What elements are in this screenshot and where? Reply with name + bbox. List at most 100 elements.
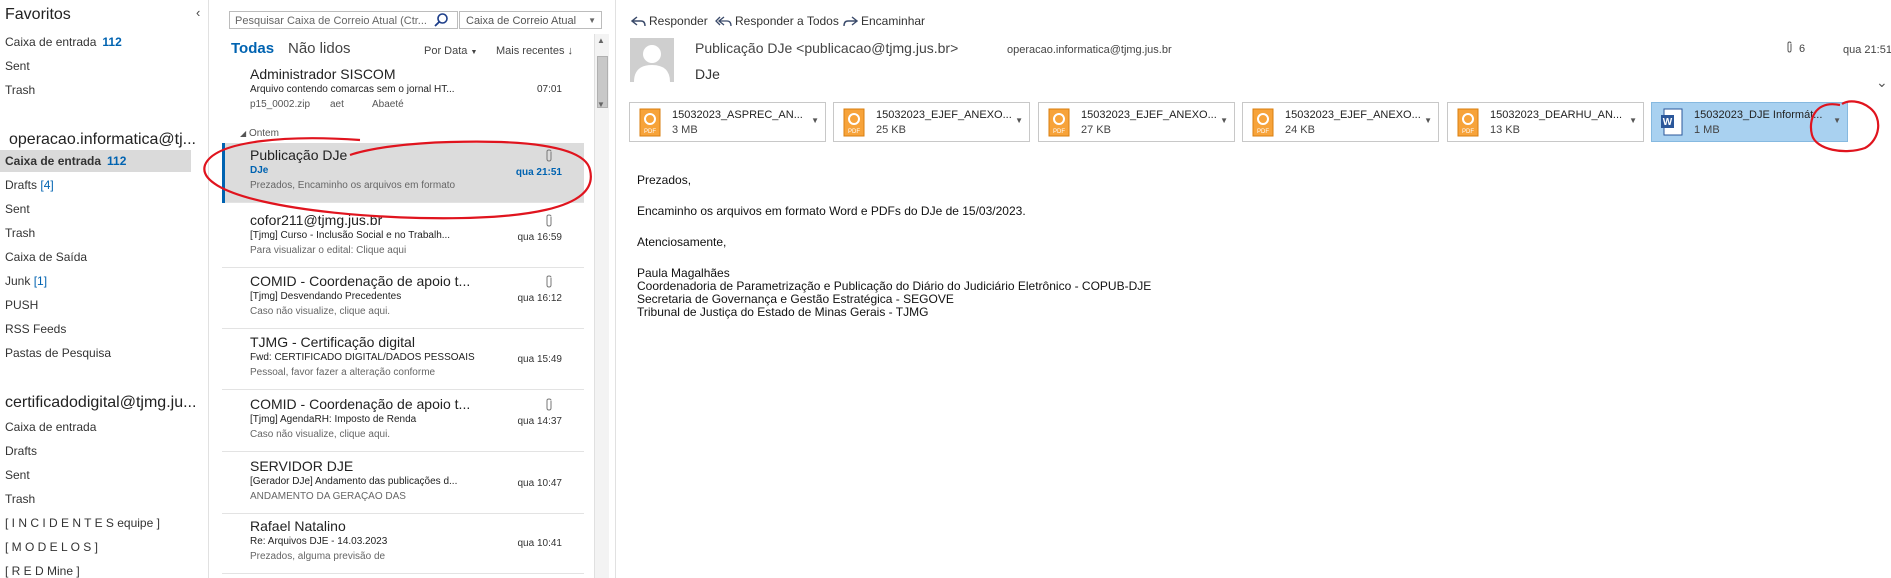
acc1-trash[interactable]: Trash (5, 222, 191, 244)
sender-address[interactable]: Publicação DJe <publicacao@tjmg.jus.br> (695, 40, 958, 56)
tab-all[interactable]: Todas (231, 40, 274, 57)
account2-header[interactable]: certificadodigital@tjmg.ju... (5, 394, 196, 412)
search-scope-select[interactable]: Caixa de Correio Atual ▼ (459, 11, 602, 29)
attachment-item[interactable]: PDF 15032023_EJEF_ANEXO... 24 KB ▼ (1242, 102, 1439, 142)
group-header-label: Ontem (248, 128, 279, 139)
collapse-icon[interactable]: ‹ (196, 5, 200, 20)
acc1-rss-label: RSS Feeds (5, 322, 67, 336)
chevron-down-icon[interactable]: ⌄ (1876, 74, 1888, 91)
search-input[interactable]: Pesquisar Caixa de Correio Atual (Ctr... (229, 11, 458, 29)
list-scrollbar[interactable]: ▲ ▼ (594, 34, 609, 578)
acc2-drafts[interactable]: Drafts (5, 440, 191, 462)
scroll-arrow-icon[interactable]: ▼ (597, 100, 605, 109)
sort-order-toggle[interactable]: Mais recentes ↓ (496, 45, 573, 57)
acc2-sent[interactable]: Sent (5, 464, 191, 486)
message-list: Administrador SISCOM Arquivo contendo co… (222, 62, 584, 578)
list-item[interactable]: TJMG - Certificação digital Fwd: CERTIFIC… (222, 330, 584, 390)
fav-trash-label: Trash (5, 83, 36, 97)
outlook-window: Favoritos ‹ Caixa de entrada 112 Sent Tra… (0, 0, 1891, 578)
acc2-inbox[interactable]: Caixa de entrada (5, 416, 191, 438)
dropdown-icon[interactable]: ▼ (1220, 116, 1228, 125)
list-item[interactable]: SERVIDOR DJE [Gerador DJe] Andamento das … (222, 454, 584, 514)
acc2-redmine[interactable]: [ R E D Mine ] (5, 560, 191, 578)
collapse-triangle-icon: ◢ (240, 129, 247, 138)
acc1-drafts[interactable]: Drafts [4] (5, 174, 191, 196)
message-time: qua 10:41 (517, 538, 563, 549)
attachment-size: 27 KB (1081, 124, 1111, 136)
list-item[interactable]: Publicação DJe DJe Prezados, Encaminho os … (222, 143, 584, 203)
tab-unread[interactable]: Não lidos (288, 40, 351, 57)
acc1-search-folders[interactable]: Pastas de Pesquisa (5, 342, 191, 364)
attachment-size: 25 KB (876, 124, 906, 136)
list-item[interactable]: COMID - Coordenação de apoio t... [Tjmg] … (222, 392, 584, 452)
attachment-item[interactable]: PDF 15032023_EJEF_ANEXO... 25 KB ▼ (833, 102, 1030, 142)
attachment-name: 15032023_EJEF_ANEXO... (1285, 109, 1421, 121)
message-extra: Abaeté (372, 99, 404, 110)
acc1-push[interactable]: PUSH (5, 294, 191, 316)
message-subject: DJe (250, 165, 269, 176)
fav-trash[interactable]: Trash (5, 79, 191, 101)
message-sender: SERVIDOR DJE (250, 458, 354, 474)
acc2-incidentes[interactable]: [ I N C I D E N T E S equipe ] (5, 512, 191, 534)
dropdown-icon[interactable]: ▼ (1833, 116, 1841, 125)
scroll-arrow-icon[interactable]: ▲ (597, 36, 605, 45)
attachment-item[interactable]: PDF 15032023_EJEF_ANEXO... 27 KB ▼ (1038, 102, 1235, 142)
fav-sent[interactable]: Sent (5, 55, 191, 77)
body-greeting: Prezados, (637, 173, 692, 187)
acc1-junk[interactable]: Junk [1] (5, 270, 191, 292)
svg-text:PDF: PDF (1462, 129, 1474, 135)
sort-by-dropdown[interactable]: Por Data ▼ (424, 45, 477, 57)
reply-button[interactable]: Responder (630, 14, 708, 28)
list-item[interactable]: Administrador SISCOM Arquivo contendo co… (222, 62, 584, 114)
forward-icon (843, 16, 859, 27)
acc1-outbox[interactable]: Caixa de Saída (5, 246, 191, 268)
account1-header[interactable]: operacao.informatica@tj... (9, 131, 196, 149)
fav-inbox[interactable]: Caixa de entrada 112 (5, 31, 191, 53)
favorites-header[interactable]: Favoritos (5, 6, 71, 24)
reply-all-label: Responder a Todos (735, 14, 839, 28)
sort-by-label: Por Data (424, 45, 468, 57)
acc2-modelos[interactable]: [ M O D E L O S ] (5, 536, 191, 558)
dropdown-icon[interactable]: ▼ (1015, 116, 1023, 125)
list-item[interactable]: Rafael Natalino Re: Arquivos DJE - 14.03.… (222, 514, 584, 574)
message-extra: aet (330, 99, 344, 110)
attachment-item[interactable]: PDF 15032023_ASPREC_AN... 3 MB ▼ (629, 102, 826, 142)
sort-order-label: Mais recentes (496, 45, 565, 57)
message-sender: Administrador SISCOM (250, 66, 396, 82)
acc2-trash[interactable]: Trash (5, 488, 191, 510)
list-item[interactable]: COMID - Coordenação de apoio t... [Tjmg] … (222, 269, 584, 329)
attachment-name: 15032023_EJEF_ANEXO... (1081, 109, 1217, 121)
acc1-outbox-label: Caixa de Saída (5, 250, 88, 264)
dropdown-icon[interactable]: ▼ (1629, 116, 1637, 125)
acc1-inbox-label: Caixa de entrada (5, 154, 102, 168)
acc2-redmine-label: [ R E D Mine ] (5, 564, 80, 578)
fav-inbox-count: 112 (102, 35, 122, 49)
message-subject: [Tjmg] Desvendando Precedentes (250, 291, 402, 302)
forward-button[interactable]: Encaminhar (843, 14, 925, 28)
acc2-modelos-label: [ M O D E L O S ] (5, 540, 98, 554)
message-sender: COMID - Coordenação de apoio t... (250, 396, 471, 412)
message-preview: Pessoal, favor fazer a alteração conform… (250, 367, 436, 378)
attachment-name: 15032023_EJEF_ANEXO... (876, 109, 1012, 121)
group-header-yesterday[interactable]: ◢ Ontem (240, 128, 279, 139)
message-sender: COMID - Coordenação de apoio t... (250, 273, 471, 289)
message-preview: ANDAMENTO DA GERAÇÃO DAS (250, 491, 406, 502)
list-item[interactable]: cofor211@tjmg.jus.br [Tjmg] Curso - Inclu… (222, 208, 584, 268)
acc2-incidentes-label: [ I N C I D E N T E S equipe ] (5, 516, 160, 530)
message-subject: Re: Arquivos DJE - 14.03.2023 (250, 536, 388, 547)
reply-all-button[interactable]: Responder a Todos (715, 14, 839, 28)
avatar[interactable] (630, 38, 674, 82)
acc1-rss[interactable]: RSS Feeds (5, 318, 191, 340)
acc1-sent[interactable]: Sent (5, 198, 191, 220)
search-scope-value: Caixa de Correio Atual (466, 15, 577, 27)
recipient-address[interactable]: operacao.informatica@tjmg.jus.br (1007, 44, 1172, 56)
dropdown-icon[interactable]: ▼ (811, 116, 819, 125)
acc1-inbox[interactable]: Caixa de entrada 112 (0, 150, 191, 172)
attachment-item[interactable]: PDF 15032023_DEARHU_AN... 13 KB ▼ (1447, 102, 1644, 142)
search-icon[interactable] (433, 12, 449, 28)
dropdown-icon[interactable]: ▼ (1424, 116, 1432, 125)
pdf-file-icon: PDF (843, 108, 865, 137)
fav-inbox-label: Caixa de entrada (5, 35, 97, 49)
acc1-junk-count: [1] (33, 274, 48, 288)
attachment-item[interactable]: W 15032023_DJE Informát... 1 MB ▼ (1651, 102, 1848, 142)
